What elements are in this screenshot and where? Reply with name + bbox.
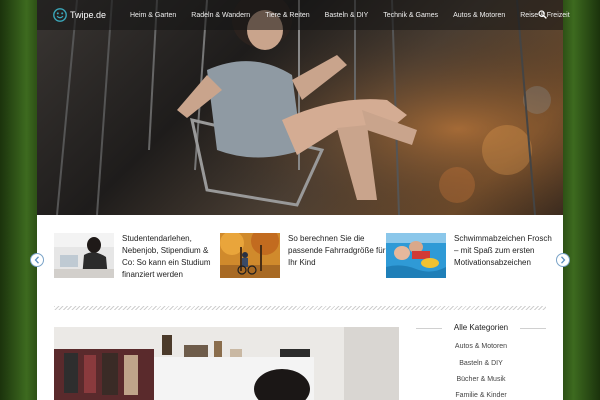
nav-item-tiere-reiten[interactable]: Tiere & Reiten xyxy=(265,12,309,19)
top-navigation-bar: Twipe.de Heim & Garten Radeln & Wandern … xyxy=(37,0,570,30)
site-logo[interactable]: Twipe.de xyxy=(53,7,106,23)
search-icon[interactable] xyxy=(538,10,547,19)
featured-article-image[interactable] xyxy=(54,327,399,400)
slider-next-button[interactable] xyxy=(556,253,570,267)
hero-illustration xyxy=(37,0,563,215)
section-divider xyxy=(54,306,546,310)
nav-item-basteln-diy[interactable]: Basteln & DIY xyxy=(325,12,369,19)
background-left xyxy=(0,0,38,400)
teaser-title[interactable]: Schwimmabzeichen Frosch – mit Spaß zum e… xyxy=(454,233,554,278)
background-right xyxy=(562,0,600,400)
teaser-item[interactable]: Schwimmabzeichen Frosch – mit Spaß zum e… xyxy=(386,233,554,278)
category-link-familie-kinder[interactable]: Familie & Kinder xyxy=(416,392,546,399)
teaser-item[interactable]: Studentendarlehen, Nebenjob, Stipendium … xyxy=(54,233,222,281)
site-name: Twipe.de xyxy=(70,10,107,20)
teaser-item[interactable]: So berechnen Sie die passende Fahrradgrö… xyxy=(220,233,388,278)
category-link-buecher-musik[interactable]: Bücher & Musik xyxy=(416,376,546,383)
chevron-left-icon xyxy=(34,256,39,264)
slider-prev-button[interactable] xyxy=(30,253,44,267)
nav-item-autos-motoren[interactable]: Autos & Motoren xyxy=(453,12,505,19)
teaser-thumbnail[interactable] xyxy=(220,233,280,278)
nav-item-radeln-wandern[interactable]: Radeln & Wandern xyxy=(191,12,250,19)
teaser-title[interactable]: So berechnen Sie die passende Fahrradgrö… xyxy=(288,233,388,278)
chevron-right-icon xyxy=(561,256,566,264)
nav-item-technik-games[interactable]: Technik & Games xyxy=(383,12,438,19)
teaser-thumbnail[interactable] xyxy=(54,233,114,278)
sidebar-heading: Alle Kategorien xyxy=(416,322,546,334)
main-menu: Heim & Garten Radeln & Wandern Tiere & R… xyxy=(130,0,585,30)
teaser-title[interactable]: Studentendarlehen, Nebenjob, Stipendium … xyxy=(122,233,222,281)
nav-item-heim-garten[interactable]: Heim & Garten xyxy=(130,12,176,19)
heading-rule-right xyxy=(520,328,546,329)
teaser-thumbnail[interactable] xyxy=(386,233,446,278)
smiley-logo-icon xyxy=(53,8,67,22)
category-link-basteln-diy[interactable]: Basteln & DIY xyxy=(416,360,546,367)
hero-image[interactable] xyxy=(37,0,563,215)
category-link-autos-motoren[interactable]: Autos & Motoren xyxy=(416,343,546,350)
